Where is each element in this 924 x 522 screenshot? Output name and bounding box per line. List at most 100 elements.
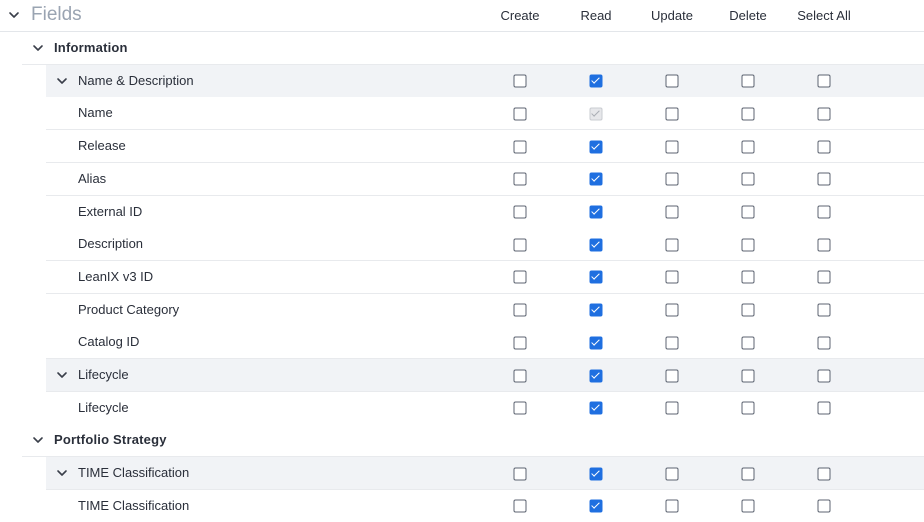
field-label: TIME Classification bbox=[78, 497, 190, 513]
update-checkbox[interactable] bbox=[665, 467, 679, 481]
update-checkbox[interactable] bbox=[665, 140, 679, 154]
section-row-information[interactable]: Information bbox=[22, 32, 924, 65]
read-checkbox[interactable] bbox=[589, 467, 603, 481]
field-row-release: Release bbox=[46, 130, 924, 164]
update-checkbox[interactable] bbox=[665, 107, 679, 121]
select-all-checkbox[interactable] bbox=[817, 107, 831, 121]
delete-checkbox[interactable] bbox=[741, 107, 755, 121]
read-checkbox[interactable] bbox=[589, 499, 603, 513]
update-checkbox[interactable] bbox=[665, 172, 679, 186]
delete-checkbox[interactable] bbox=[741, 336, 755, 350]
update-checkbox[interactable] bbox=[665, 205, 679, 219]
column-header-read: Read bbox=[580, 8, 612, 23]
create-checkbox[interactable] bbox=[513, 467, 527, 481]
group-row-lifecycle[interactable]: Lifecycle bbox=[46, 359, 924, 392]
read-checkbox[interactable] bbox=[589, 205, 603, 219]
read-checkbox[interactable] bbox=[589, 270, 603, 284]
group-label: TIME Classification bbox=[78, 465, 190, 481]
field-label: Product Category bbox=[78, 301, 180, 317]
field-label: External ID bbox=[78, 203, 143, 219]
create-checkbox[interactable] bbox=[513, 270, 527, 284]
group-row-name-description[interactable]: Name & Description bbox=[46, 64, 924, 98]
select-all-checkbox[interactable] bbox=[817, 369, 831, 382]
delete-checkbox[interactable] bbox=[741, 140, 755, 154]
create-checkbox[interactable] bbox=[513, 107, 527, 121]
delete-checkbox[interactable] bbox=[741, 172, 755, 186]
delete-checkbox[interactable] bbox=[741, 369, 755, 382]
read-checkbox[interactable] bbox=[589, 369, 603, 382]
update-checkbox[interactable] bbox=[665, 303, 679, 317]
group-row-time-classification[interactable]: TIME Classification bbox=[46, 457, 924, 491]
select-all-checkbox[interactable] bbox=[817, 74, 831, 88]
create-checkbox[interactable] bbox=[513, 401, 527, 415]
field-row-catalog-id: Catalog ID bbox=[46, 326, 924, 360]
field-label: LeanIX v3 ID bbox=[78, 268, 154, 284]
delete-checkbox[interactable] bbox=[741, 205, 755, 219]
column-header-create: Create bbox=[500, 8, 540, 23]
chevron-down-icon[interactable] bbox=[56, 369, 68, 381]
create-checkbox[interactable] bbox=[513, 303, 527, 317]
read-checkbox[interactable] bbox=[589, 336, 603, 350]
select-all-checkbox[interactable] bbox=[817, 140, 831, 154]
field-row-description: Description bbox=[46, 228, 924, 262]
field-row-leanix-v3-id: LeanIX v3 ID bbox=[46, 260, 924, 294]
update-checkbox[interactable] bbox=[665, 499, 679, 513]
field-label: Description bbox=[78, 236, 144, 252]
update-checkbox[interactable] bbox=[665, 74, 679, 88]
select-all-checkbox[interactable] bbox=[817, 270, 831, 284]
chevron-down-icon[interactable] bbox=[32, 434, 44, 446]
create-checkbox[interactable] bbox=[513, 140, 527, 154]
create-checkbox[interactable] bbox=[513, 205, 527, 219]
select-all-checkbox[interactable] bbox=[817, 467, 831, 481]
create-checkbox[interactable] bbox=[513, 238, 527, 252]
delete-checkbox[interactable] bbox=[741, 467, 755, 481]
column-header-update: Update bbox=[651, 8, 693, 23]
delete-checkbox[interactable] bbox=[741, 74, 755, 88]
select-all-checkbox[interactable] bbox=[817, 238, 831, 252]
select-all-checkbox[interactable] bbox=[817, 303, 831, 317]
section-label: Information bbox=[54, 40, 128, 55]
chevron-down-icon[interactable] bbox=[32, 42, 44, 54]
chevron-down-icon[interactable] bbox=[8, 9, 20, 21]
update-checkbox[interactable] bbox=[665, 401, 679, 415]
chevron-down-icon[interactable] bbox=[56, 75, 68, 87]
read-checkbox[interactable] bbox=[589, 172, 603, 186]
section-label: Portfolio Strategy bbox=[54, 432, 167, 448]
select-all-checkbox[interactable] bbox=[817, 205, 831, 219]
read-checkbox[interactable] bbox=[589, 140, 603, 154]
create-checkbox[interactable] bbox=[513, 369, 527, 382]
fields-header: Fields Create Read Update Delete Select … bbox=[0, 0, 924, 32]
update-checkbox[interactable] bbox=[665, 336, 679, 350]
select-all-checkbox[interactable] bbox=[817, 499, 831, 513]
update-checkbox[interactable] bbox=[665, 369, 679, 382]
delete-checkbox[interactable] bbox=[741, 401, 755, 415]
section-row-portfolio-strategy[interactable]: Portfolio Strategy bbox=[22, 424, 924, 458]
group-label: Name & Description bbox=[78, 72, 194, 88]
field-label: Release bbox=[78, 138, 126, 154]
read-checkbox[interactable] bbox=[589, 74, 603, 88]
field-label: Lifecycle bbox=[78, 399, 129, 415]
update-checkbox[interactable] bbox=[665, 238, 679, 252]
read-checkbox[interactable] bbox=[589, 401, 603, 415]
field-label: Alias bbox=[78, 170, 107, 186]
delete-checkbox[interactable] bbox=[741, 303, 755, 317]
create-checkbox[interactable] bbox=[513, 172, 527, 186]
read-checkbox[interactable] bbox=[589, 238, 603, 252]
field-label: Name bbox=[78, 105, 113, 121]
field-label: Catalog ID bbox=[78, 334, 140, 350]
select-all-checkbox[interactable] bbox=[817, 336, 831, 350]
delete-checkbox[interactable] bbox=[741, 238, 755, 252]
create-checkbox[interactable] bbox=[513, 74, 527, 88]
update-checkbox[interactable] bbox=[665, 270, 679, 284]
delete-checkbox[interactable] bbox=[741, 270, 755, 284]
chevron-down-icon[interactable] bbox=[56, 467, 68, 479]
column-header-select-all: Select All bbox=[797, 8, 851, 23]
select-all-checkbox[interactable] bbox=[817, 172, 831, 186]
create-checkbox[interactable] bbox=[513, 336, 527, 350]
select-all-checkbox[interactable] bbox=[817, 401, 831, 415]
create-checkbox[interactable] bbox=[513, 499, 527, 513]
field-row-lifecycle: Lifecycle bbox=[46, 391, 924, 425]
field-row-external-id: External ID bbox=[46, 195, 924, 229]
read-checkbox[interactable] bbox=[589, 303, 603, 317]
delete-checkbox[interactable] bbox=[741, 499, 755, 513]
